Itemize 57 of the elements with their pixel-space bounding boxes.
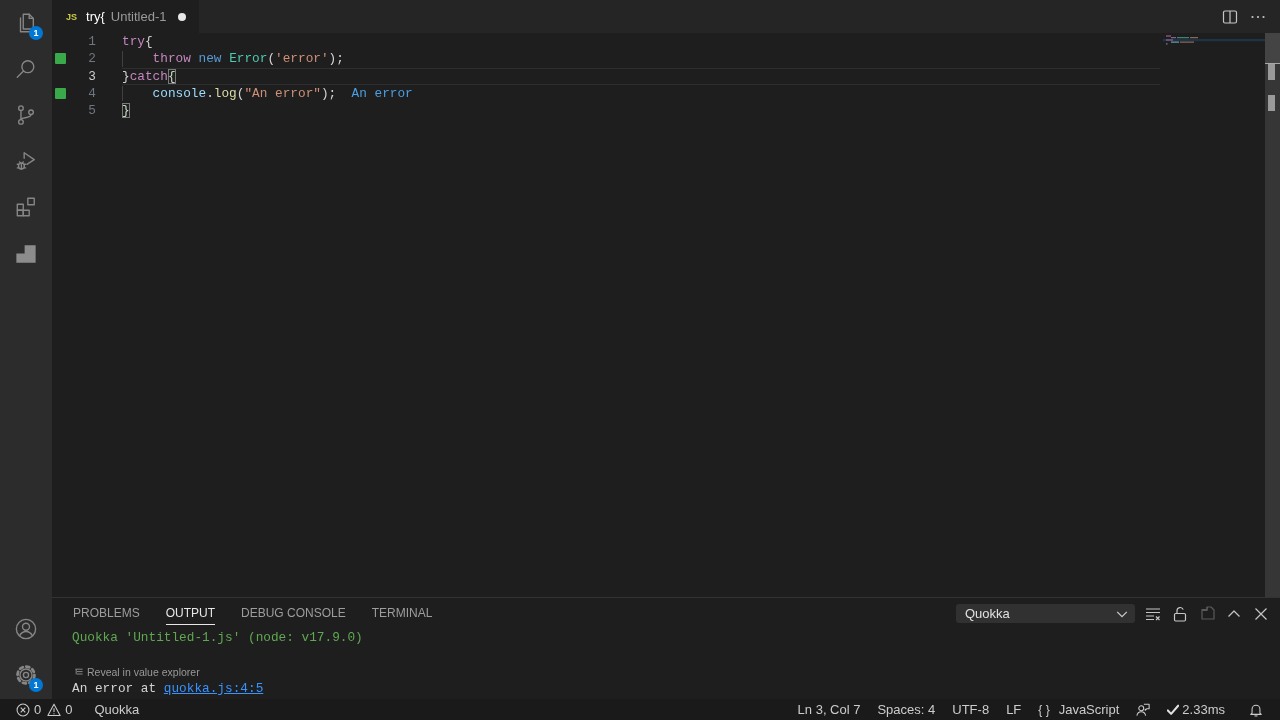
javascript-file-icon: JS (66, 11, 77, 22)
account-icon[interactable] (15, 618, 37, 640)
status-item[interactable]: UTF-8 (952, 702, 990, 717)
tab-description: Untitled-1 (110, 9, 167, 24)
search-icon[interactable] (15, 58, 37, 80)
settings-icon[interactable] (15, 664, 37, 686)
close-icon[interactable] (1253, 605, 1269, 622)
ruler-marker (1268, 95, 1275, 111)
code-line: try{ (122, 34, 153, 50)
code-line: }catch{ (122, 68, 176, 84)
output-line: An error at (72, 680, 157, 697)
notification-badge: 1 (29, 26, 43, 40)
error-count[interactable]: 0 (34, 702, 42, 717)
language-mode[interactable]: JavaScript (1058, 702, 1120, 717)
cursor-marker (1265, 63, 1280, 64)
line-number: 3 (87, 67, 96, 85)
padlock-icon[interactable] (1172, 605, 1188, 622)
code-line: throw new Error('error'); (152, 51, 344, 67)
line-number: 2 (87, 50, 96, 68)
panel-tab[interactable]: PROBLEMS (73, 602, 140, 625)
warning-count[interactable]: 0 (65, 702, 73, 717)
status-item[interactable]: Spaces: 4 (877, 702, 936, 717)
bell-icon[interactable] (1249, 702, 1263, 717)
minimap-drawing[interactable] (1163, 35, 1265, 45)
inline-result: An error (351, 85, 413, 101)
file-link[interactable]: quokka.js:4:5 (163, 680, 264, 697)
check-icon (1167, 703, 1180, 716)
warning-icon[interactable] (47, 702, 62, 717)
clear-output-icon[interactable] (1145, 605, 1161, 622)
error-icon[interactable] (16, 702, 30, 717)
line-number: 1 (87, 33, 96, 51)
run-debug-icon[interactable] (15, 150, 37, 172)
panel-tab[interactable]: OUTPUT (165, 602, 216, 625)
panel-tab[interactable]: TERMINAL (371, 602, 433, 625)
list-tree-icon (75, 667, 83, 676)
output-line: Quokka 'Untitled-1.js' (node: v17.9.0) (72, 629, 364, 646)
status-item[interactable]: Quokka (94, 702, 140, 717)
step-block-icon[interactable] (15, 242, 37, 264)
output-channel-dropdown[interactable]: Quokka (956, 604, 1135, 623)
line-number: 4 (87, 84, 96, 102)
status-item[interactable]: LF (1006, 702, 1022, 717)
run-time[interactable]: 2.33ms (1182, 702, 1225, 717)
extensions-icon[interactable] (15, 196, 37, 218)
editor-tab[interactable]: JS try{ Untitled-1 (52, 0, 201, 33)
ruler-marker (1268, 64, 1275, 80)
notification-badge: 1 (29, 678, 43, 692)
braces-icon: { } (1038, 702, 1050, 717)
panel-tab[interactable]: DEBUG CONSOLE (241, 602, 346, 625)
split-editor-icon[interactable] (1222, 8, 1238, 25)
tab-title: try{ (86, 9, 105, 24)
source-control-icon[interactable] (15, 104, 37, 126)
scrollbar-thumb[interactable] (1265, 33, 1280, 63)
line-number: 5 (87, 102, 96, 120)
feedback-icon[interactable] (1136, 702, 1151, 717)
codelens-link[interactable]: Reveal in value explorer (87, 665, 200, 678)
code-line: console.log("An error"); (152, 85, 337, 101)
status-item[interactable]: Ln 3, Col 7 (797, 702, 861, 717)
